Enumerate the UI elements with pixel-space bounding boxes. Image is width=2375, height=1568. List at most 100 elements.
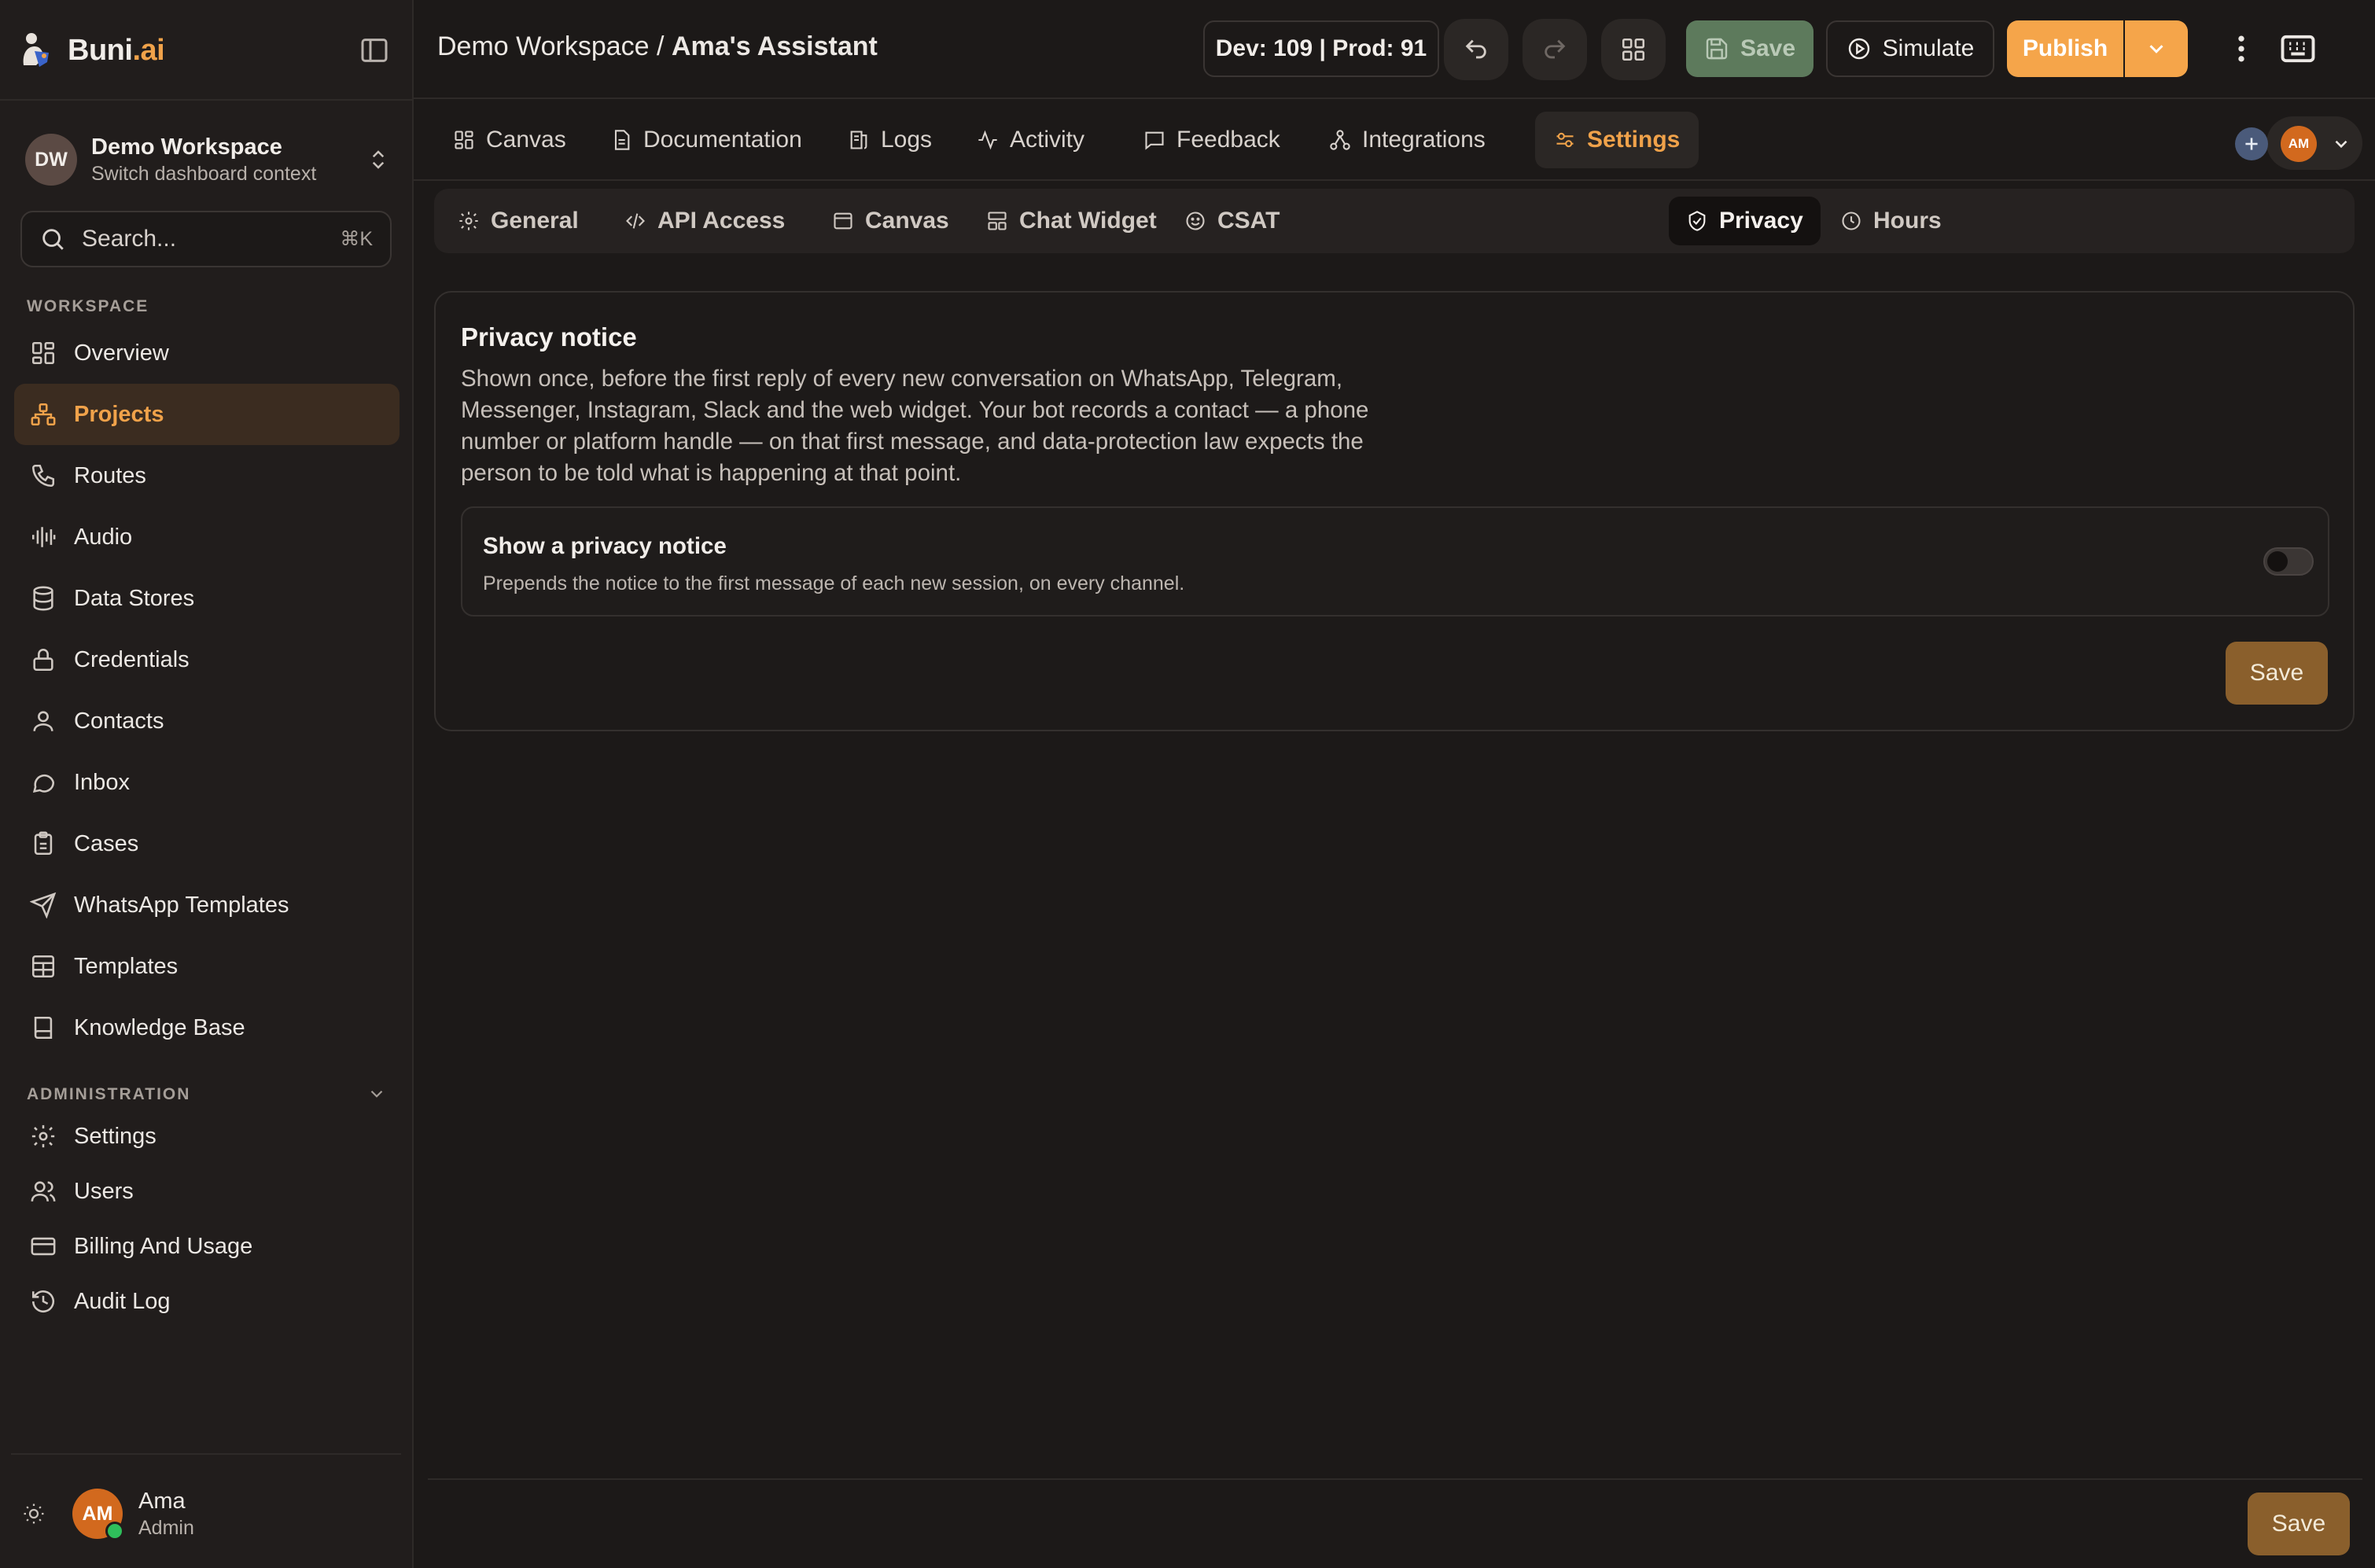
database-icon [33, 586, 53, 611]
tab-documentation[interactable]: Documentation [591, 112, 821, 168]
sidebar-item-credentials[interactable]: Credentials [14, 629, 400, 690]
tab-settings[interactable]: Settings [1535, 112, 1699, 168]
privacy-notice-toggle[interactable] [2263, 547, 2314, 576]
widget-icon [988, 212, 1007, 230]
sidebar-item-label: Credentials [74, 646, 190, 672]
sidebar-item-projects[interactable]: Projects [14, 384, 400, 445]
workspace-switcher[interactable]: DW Demo Workspace Switch dashboard conte… [25, 129, 390, 190]
gear-icon [459, 212, 478, 230]
collaborator-avatar: AM [2281, 126, 2317, 162]
activity-icon [978, 130, 997, 150]
sidebar-item-inbox[interactable]: Inbox [14, 752, 400, 813]
settings-sliders-icon [1556, 132, 1574, 148]
sidebar-item-label: Contacts [74, 708, 164, 734]
subtab-general[interactable]: General [440, 197, 596, 245]
redo-icon [1545, 39, 1566, 59]
sidebar-item-label: Audio [74, 524, 133, 550]
add-collaborator-button[interactable] [2235, 127, 2268, 160]
user-name: Ama [138, 1489, 186, 1514]
card-title: Privacy notice [461, 322, 637, 352]
toggle-knob [2267, 551, 2288, 572]
breadcrumb: Demo Workspace / Ama's Assistant [437, 31, 878, 61]
sidebar-item-audit-log[interactable]: Audit Log [14, 1274, 400, 1329]
brand[interactable]: Buni.ai [17, 28, 165, 72]
history-icon [31, 1290, 55, 1313]
subtab-chat-widget[interactable]: Chat Widget [969, 197, 1174, 245]
save-button[interactable]: Save [1686, 20, 1813, 77]
sidebar-item-whatsapp-templates[interactable]: WhatsApp Templates [14, 874, 400, 936]
sidebar-item-billing[interactable]: Billing And Usage [14, 1219, 400, 1274]
sidebar-item-knowledge-base[interactable]: Knowledge Base [14, 997, 400, 1058]
main-content: Demo Workspace / Ama's Assistant Dev: 10… [414, 0, 2375, 1568]
subtab-privacy[interactable]: Privacy [1669, 197, 1821, 245]
chevron-down-icon[interactable] [366, 1084, 387, 1104]
shield-check-icon [1688, 211, 1706, 231]
keyboard-icon[interactable] [2277, 28, 2318, 69]
sidebar-item-label: Cases [74, 830, 139, 856]
search-input[interactable]: Search... ⌘K [20, 211, 392, 267]
grid-icon [1622, 38, 1645, 61]
chevron-down-icon [2149, 45, 2163, 53]
clock-icon [1842, 212, 1861, 230]
settings-subtabs: General API Access Canvas Chat Widget CS… [434, 189, 2355, 253]
sidebar-item-settings[interactable]: Settings [14, 1109, 400, 1164]
send-icon [30, 892, 57, 918]
publish-dropdown-button[interactable] [2125, 20, 2188, 77]
tab-activity[interactable]: Activity [958, 112, 1103, 168]
message-square-icon [1145, 131, 1164, 150]
user-role: Admin [138, 1517, 194, 1539]
tab-logs[interactable]: Logs [829, 112, 951, 168]
subtab-csat[interactable]: CSAT [1167, 197, 1297, 245]
credit-card-icon [31, 1237, 56, 1256]
sidebar-item-users[interactable]: Users [14, 1164, 400, 1219]
footer-save-button[interactable]: Save [2248, 1493, 2350, 1555]
sidebar-item-label: Audit Log [74, 1288, 171, 1314]
sidebar-item-label: Overview [74, 340, 169, 366]
sun-icon[interactable] [22, 1502, 46, 1526]
footer-divider [428, 1478, 2362, 1480]
plus-icon [2245, 138, 2258, 150]
search-placeholder: Search... [82, 226, 177, 252]
subtab-canvas[interactable]: Canvas [815, 197, 967, 245]
privacy-notice-card: Privacy notice Shown once, before the fi… [434, 291, 2355, 731]
book-icon [34, 1016, 53, 1040]
toggle-title: Show a privacy notice [483, 533, 727, 559]
user-menu[interactable]: AM Ama Admin [22, 1486, 392, 1541]
smile-icon [1186, 212, 1205, 230]
administration-section-label: ADMINISTRATION [27, 1085, 191, 1103]
sidebar-item-label: Routes [74, 462, 146, 488]
sidebar-item-cases[interactable]: Cases [14, 813, 400, 874]
redo-button[interactable] [1523, 19, 1587, 80]
online-status-dot [105, 1522, 124, 1540]
subtab-api-access[interactable]: API Access [607, 197, 802, 245]
publish-button[interactable]: Publish [2007, 20, 2123, 77]
layout-icon [31, 955, 55, 978]
card-save-button[interactable]: Save [2226, 642, 2328, 705]
tab-feedback[interactable]: Feedback [1125, 112, 1299, 168]
tab-integrations[interactable]: Integrations [1310, 112, 1504, 168]
chevron-down-icon [2335, 140, 2347, 149]
subtab-hours[interactable]: Hours [1823, 197, 1959, 245]
sidebar-collapse-icon[interactable] [359, 35, 390, 66]
sidebar-item-routes[interactable]: Routes [14, 445, 400, 506]
sidebar-item-audio[interactable]: Audio [14, 506, 400, 568]
sidebar-item-contacts[interactable]: Contacts [14, 690, 400, 752]
more-vertical-icon[interactable] [2224, 31, 2259, 66]
sidebar-item-label: Billing And Usage [74, 1233, 253, 1259]
sidebar-divider [0, 99, 412, 101]
sidebar-divider [11, 1453, 401, 1455]
simulate-button[interactable]: Simulate [1826, 20, 1994, 77]
administration-nav: Settings Users Billing And Usage Audit L… [14, 1109, 400, 1329]
clipboard-icon [34, 831, 53, 856]
sidebar-item-templates[interactable]: Templates [14, 936, 400, 997]
undo-button[interactable] [1444, 19, 1508, 80]
collaborators-menu[interactable]: AM [2235, 116, 2362, 170]
layout-grid-button[interactable] [1601, 19, 1666, 80]
sidebar-item-label: Settings [74, 1123, 156, 1149]
lock-icon [33, 649, 53, 672]
sidebar-item-overview[interactable]: Overview [14, 322, 400, 384]
undo-icon [1465, 39, 1486, 59]
sidebar-item-data-stores[interactable]: Data Stores [14, 568, 400, 629]
tab-canvas[interactable]: Canvas [434, 112, 585, 168]
code-icon [626, 213, 645, 229]
